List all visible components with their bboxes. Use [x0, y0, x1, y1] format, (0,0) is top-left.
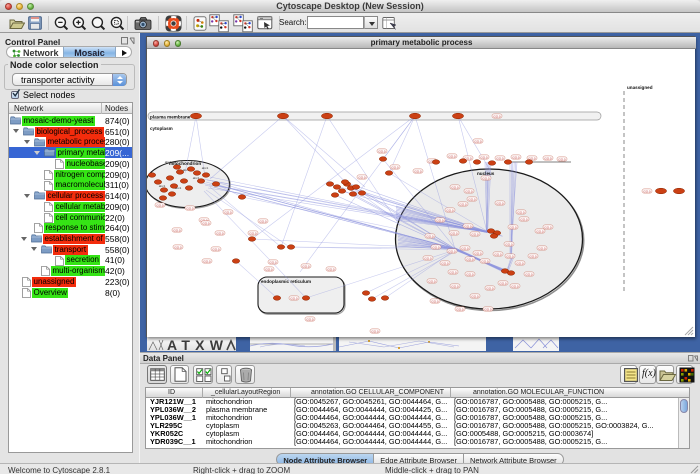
svg-text:GO:0: GO:0: [441, 261, 449, 265]
svg-text:plasma membrane: plasma membrane: [150, 115, 191, 120]
svg-text:GO:0: GO:0: [224, 210, 232, 214]
svg-text:GO:0: GO:0: [520, 217, 528, 221]
svg-text:GO:0: GO:0: [544, 225, 552, 229]
svg-text:GO:0: GO:0: [465, 189, 473, 193]
svg-text:GO:0: GO:0: [558, 157, 566, 161]
svg-text:GO:0: GO:0: [203, 259, 211, 263]
svg-text:GO:0: GO:0: [466, 257, 474, 261]
svg-text:GO:0: GO:0: [378, 149, 386, 153]
svg-text:GO:0: GO:0: [505, 242, 513, 246]
svg-text:GO:0: GO:0: [448, 249, 456, 253]
svg-text:abc1: abc1: [159, 184, 166, 188]
svg-text:GO:0: GO:0: [414, 169, 422, 173]
svg-text:GO:0: GO:0: [451, 284, 459, 288]
svg-text:GO:0: GO:0: [391, 165, 399, 169]
svg-text:mitochondrion: mitochondrion: [169, 161, 201, 166]
svg-text:GO:0: GO:0: [471, 294, 479, 298]
svg-text:GO:0: GO:0: [529, 254, 537, 258]
svg-text:GO:0: GO:0: [186, 206, 194, 210]
svg-text:GO:0: GO:0: [643, 189, 651, 193]
svg-text:GO:0: GO:0: [327, 267, 335, 271]
svg-text:GO:0: GO:0: [480, 155, 488, 159]
svg-text:GO:0: GO:0: [499, 281, 507, 285]
svg-text:GO:0: GO:0: [428, 279, 436, 283]
svg-text:GO:0: GO:0: [456, 307, 464, 311]
svg-text:GO:0: GO:0: [212, 247, 220, 251]
svg-text:GO:0: GO:0: [544, 156, 552, 160]
svg-text:GO:0: GO:0: [174, 245, 182, 249]
svg-text:GO:0: GO:0: [525, 272, 533, 276]
svg-text:GO:0: GO:0: [493, 114, 501, 118]
svg-text:GO:0: GO:0: [538, 246, 546, 250]
svg-text:GO:0: GO:0: [486, 286, 494, 290]
svg-text:GO:0: GO:0: [156, 203, 164, 207]
svg-text:GO:0: GO:0: [173, 228, 181, 232]
svg-text:GO:0: GO:0: [506, 254, 514, 258]
svg-text:unassigned: unassigned: [627, 85, 653, 90]
svg-text:GO:0: GO:0: [202, 221, 210, 225]
svg-text:GO:0: GO:0: [436, 218, 444, 222]
svg-text:GO:0: GO:0: [358, 175, 366, 179]
svg-text:GO:0: GO:0: [466, 272, 474, 276]
svg-text:GO:0: GO:0: [474, 251, 482, 255]
svg-text:GO:0: GO:0: [432, 245, 440, 249]
svg-text:GO:0: GO:0: [302, 264, 310, 268]
svg-text:GO:0: GO:0: [509, 225, 517, 229]
svg-text:cytoplasm: cytoplasm: [150, 126, 173, 131]
svg-text:GO:0: GO:0: [517, 210, 525, 214]
svg-text:GO:0: GO:0: [448, 154, 456, 158]
svg-text:GO:0: GO:0: [446, 208, 454, 212]
svg-text:GO:0: GO:0: [536, 229, 544, 233]
svg-text:endoplasmic reticulum: endoplasmic reticulum: [261, 279, 311, 284]
svg-text:GO:0: GO:0: [449, 270, 457, 274]
svg-text:GO:0: GO:0: [468, 197, 476, 201]
svg-text:GO:0: GO:0: [482, 176, 490, 180]
svg-text:GO:0: GO:0: [290, 296, 298, 300]
svg-text:GO:0: GO:0: [496, 156, 504, 160]
svg-text:GO:0: GO:0: [249, 231, 257, 235]
svg-text:GO:0: GO:0: [371, 329, 379, 333]
svg-text:GO:0: GO:0: [216, 231, 224, 235]
svg-text:GO:0: GO:0: [461, 246, 469, 250]
svg-text:GO:0: GO:0: [306, 317, 314, 321]
svg-text:GO:0: GO:0: [474, 139, 482, 143]
svg-text:GO:0: GO:0: [484, 307, 492, 311]
svg-text:GO:0: GO:0: [471, 232, 479, 236]
svg-text:GO:0: GO:0: [269, 260, 277, 264]
svg-text:GO:0: GO:0: [259, 219, 267, 223]
svg-text:GO:0: GO:0: [424, 256, 432, 260]
svg-text:GO:0: GO:0: [496, 201, 504, 205]
svg-text:GO:0: GO:0: [481, 259, 489, 263]
svg-text:GO:0: GO:0: [265, 267, 273, 271]
svg-text:GO:0: GO:0: [511, 284, 519, 288]
svg-text:GO:0: GO:0: [516, 261, 524, 265]
svg-text:GO:0: GO:0: [426, 234, 434, 238]
svg-text:GO:0: GO:0: [464, 224, 472, 228]
svg-text:GO:0: GO:0: [431, 299, 439, 303]
svg-text:abc1: abc1: [202, 166, 209, 170]
svg-text:GO:0: GO:0: [494, 252, 502, 256]
svg-text:GO:0: GO:0: [451, 185, 459, 189]
svg-text:ATXW: ATXW: [167, 337, 224, 351]
svg-text:GO:0: GO:0: [512, 155, 520, 159]
svg-text:GO:0: GO:0: [459, 202, 467, 206]
svg-text:GO:0: GO:0: [450, 231, 458, 235]
svg-text:nucleus: nucleus: [477, 171, 495, 176]
